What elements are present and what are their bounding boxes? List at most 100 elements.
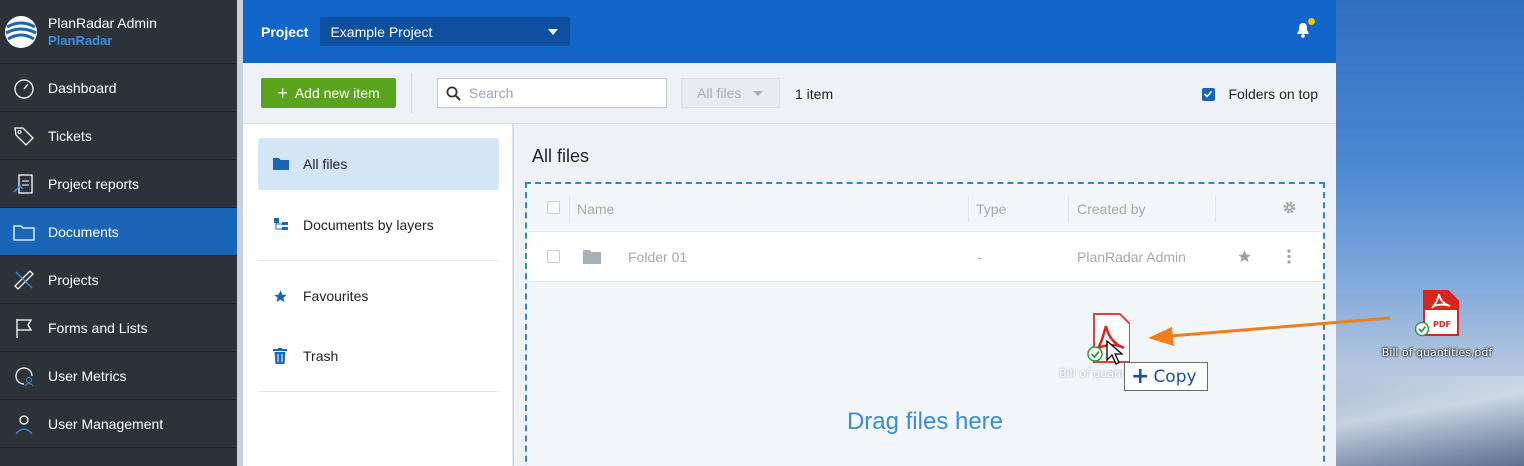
sidebar-item-project-reports[interactable]: Project reports bbox=[0, 160, 237, 208]
more-vertical-icon bbox=[1287, 249, 1291, 264]
folder-item-documents-by-layers[interactable]: Documents by layers bbox=[258, 199, 499, 251]
tag-icon bbox=[0, 124, 48, 148]
sidebar-item-forms-and-lists[interactable]: Forms and Lists bbox=[0, 304, 237, 352]
folder-item-trash[interactable]: Trash bbox=[258, 330, 499, 382]
sidebar-item-label: Tickets bbox=[48, 127, 92, 144]
drop-zone[interactable]: Name Type Created by Folder 01 - PlanRad… bbox=[525, 182, 1325, 466]
notification-dot bbox=[1308, 18, 1315, 25]
row-name[interactable]: Folder 01 bbox=[628, 249, 687, 265]
table-row[interactable]: Folder 01 - PlanRadar Admin bbox=[527, 232, 1323, 282]
report-icon bbox=[0, 172, 48, 196]
pdf-file-icon: PDF bbox=[1414, 290, 1459, 337]
folder-item-label: Documents by layers bbox=[303, 217, 434, 233]
folder-item-label: Favourites bbox=[303, 288, 369, 304]
bell-icon bbox=[1297, 23, 1309, 38]
column-header-created-by[interactable]: Created by bbox=[1077, 201, 1145, 217]
page-title: All files bbox=[532, 146, 590, 166]
favourite-button[interactable] bbox=[1237, 249, 1252, 267]
row-checkbox[interactable] bbox=[547, 250, 560, 263]
sidebar-item-label: Project reports bbox=[48, 175, 140, 192]
sidebar-item-tickets[interactable]: Tickets bbox=[0, 112, 237, 160]
folders-on-top-checkbox[interactable] bbox=[1201, 87, 1215, 101]
folder-item-all-files[interactable]: All files bbox=[258, 138, 499, 190]
project-select[interactable]: Example Project bbox=[320, 17, 571, 46]
brand-sub: PlanRadar bbox=[48, 33, 113, 48]
folder-icon bbox=[0, 220, 48, 244]
column-divider bbox=[1215, 196, 1216, 222]
column-settings-button[interactable] bbox=[1282, 200, 1297, 218]
project-select-value: Example Project bbox=[330, 23, 433, 40]
folders-on-top-label: Folders on top bbox=[1228, 86, 1319, 102]
notifications-button[interactable] bbox=[1296, 18, 1315, 43]
copy-tooltip-label: Copy bbox=[1153, 366, 1197, 387]
toolbar: + Add new item All files 1 item Folders … bbox=[243, 63, 1336, 124]
top-bar: Project Example Project bbox=[243, 0, 1336, 63]
folders-on-top-toggle[interactable]: Folders on top bbox=[1201, 86, 1319, 102]
folder-item-label: All files bbox=[303, 156, 348, 172]
drop-zone-text: Drag files here bbox=[846, 408, 1004, 435]
check-icon bbox=[1203, 90, 1213, 98]
table-header: Name Type Created by bbox=[527, 184, 1323, 232]
select-all-checkbox[interactable] bbox=[547, 201, 560, 214]
user-metrics-icon bbox=[0, 364, 48, 388]
sidebar: PlanRadar Admin PlanRadar Dashboard Tick… bbox=[0, 0, 237, 466]
folder-item-favourites[interactable]: Favourites bbox=[258, 270, 499, 322]
desktop-file-label: Bill of quantities.pdf bbox=[1381, 346, 1493, 359]
folder-icon bbox=[583, 249, 601, 267]
layers-icon bbox=[273, 217, 303, 233]
star-icon bbox=[1238, 250, 1251, 263]
plus-icon: + bbox=[277, 83, 288, 103]
column-header-name[interactable]: Name bbox=[577, 201, 614, 217]
toolbar-divider bbox=[411, 73, 412, 113]
item-count: 1 item bbox=[795, 86, 834, 102]
planradar-logo-icon bbox=[5, 15, 37, 48]
column-divider bbox=[968, 196, 969, 222]
folder-divider bbox=[258, 391, 499, 392]
mouse-pointer-icon bbox=[1106, 339, 1124, 371]
desktop-file[interactable]: PDF Bill of quantities.pdf bbox=[1372, 290, 1502, 361]
sidebar-item-projects[interactable]: Projects bbox=[0, 256, 237, 304]
add-new-item-label: Add new item bbox=[294, 85, 380, 101]
gear-icon bbox=[1283, 201, 1296, 214]
sidebar-item-label: Forms and Lists bbox=[48, 319, 148, 336]
main-content: All files Name Type Created by Folder 01… bbox=[514, 124, 1336, 466]
chevron-down-icon bbox=[753, 90, 764, 96]
folder-item-label: Trash bbox=[303, 348, 339, 364]
file-filter-value: All files bbox=[697, 85, 742, 101]
search-box[interactable] bbox=[437, 78, 667, 108]
row-type: - bbox=[977, 249, 982, 265]
sidebar-item-label: Dashboard bbox=[48, 79, 117, 96]
folder-panel: All files Documents by layers Favourites… bbox=[243, 124, 513, 466]
desktop-background bbox=[1336, 0, 1524, 466]
column-divider bbox=[1068, 196, 1069, 222]
sidebar-item-user-management[interactable]: User Management bbox=[0, 400, 237, 448]
pdf-badge: PDF bbox=[1433, 320, 1451, 329]
sidebar-item-label: User Metrics bbox=[48, 367, 127, 384]
sidebar-item-label: User Management bbox=[48, 415, 164, 432]
ruler-pencil-icon bbox=[0, 268, 48, 292]
user-icon bbox=[0, 412, 48, 436]
column-divider bbox=[569, 196, 570, 222]
chevron-down-icon bbox=[548, 29, 559, 35]
row-created-by: PlanRadar Admin bbox=[1077, 249, 1186, 265]
sidebar-item-label: Projects bbox=[48, 271, 99, 288]
folder-divider bbox=[258, 260, 499, 261]
brand-name: PlanRadar Admin bbox=[48, 15, 157, 31]
row-menu-button[interactable] bbox=[1287, 249, 1291, 267]
star-icon bbox=[273, 289, 303, 304]
trash-icon bbox=[273, 348, 303, 364]
brand[interactable]: PlanRadar Admin PlanRadar bbox=[0, 0, 237, 64]
project-label: Project bbox=[261, 23, 309, 40]
sidebar-item-dashboard[interactable]: Dashboard bbox=[0, 64, 237, 112]
folder-icon bbox=[273, 157, 303, 171]
search-icon bbox=[446, 86, 461, 101]
gauge-icon bbox=[0, 76, 48, 100]
flag-icon bbox=[0, 316, 48, 340]
add-new-item-button[interactable]: + Add new item bbox=[261, 78, 396, 108]
plus-icon: + bbox=[1131, 363, 1150, 389]
sidebar-item-user-metrics[interactable]: User Metrics bbox=[0, 352, 237, 400]
column-header-type[interactable]: Type bbox=[976, 201, 1006, 217]
file-filter-select[interactable]: All files bbox=[681, 78, 780, 108]
sidebar-item-documents[interactable]: Documents bbox=[0, 208, 237, 256]
search-input[interactable] bbox=[469, 85, 649, 101]
